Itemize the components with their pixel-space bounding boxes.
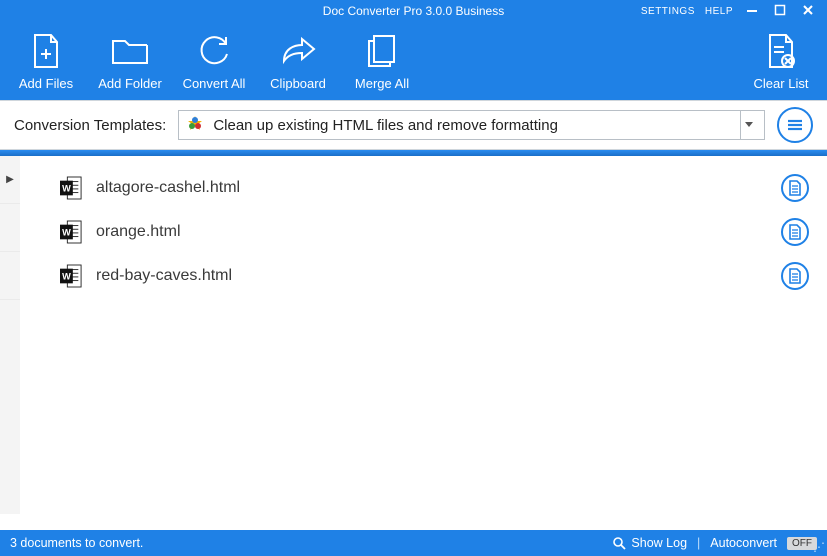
share-arrow-icon	[280, 32, 316, 70]
help-link[interactable]: HELP	[705, 6, 733, 17]
maximize-button[interactable]	[771, 3, 789, 19]
file-plus-icon	[31, 32, 61, 70]
search-icon	[613, 537, 626, 550]
merge-all-button[interactable]: Merge All	[340, 28, 424, 100]
refresh-icon	[196, 32, 232, 70]
show-log-label: Show Log	[631, 536, 687, 550]
file-list: W altagore-cashel.html W orange.html W r…	[44, 156, 827, 514]
statusbar: 3 documents to convert. Show Log | Autoc…	[0, 530, 827, 556]
file-clear-icon	[766, 32, 796, 70]
clipboard-button[interactable]: Clipboard	[256, 28, 340, 100]
document-icon	[788, 268, 802, 284]
clipboard-label: Clipboard	[270, 76, 326, 91]
row-selector[interactable]	[0, 252, 20, 300]
template-dropdown-arrow[interactable]	[740, 111, 756, 139]
resize-grip[interactable]: ⋰	[813, 540, 825, 554]
file-name: orange.html	[96, 223, 767, 241]
merge-all-label: Merge All	[355, 76, 409, 91]
window-title: Doc Converter Pro 3.0.0 Business	[323, 4, 504, 18]
close-button[interactable]	[799, 3, 817, 19]
row-selector[interactable]	[0, 204, 20, 252]
file-row[interactable]: W red-bay-caves.html	[54, 254, 815, 298]
autoconvert-toggle[interactable]: Autoconvert	[710, 536, 777, 550]
template-label: Conversion Templates:	[14, 117, 166, 134]
clear-list-button[interactable]: Clear List	[739, 28, 823, 100]
file-name: red-bay-caves.html	[96, 267, 767, 285]
svg-text:W: W	[62, 184, 71, 194]
row-selector[interactable]: ▶	[0, 156, 20, 204]
word-doc-icon: W	[60, 263, 82, 289]
status-count: 3 documents to convert.	[10, 536, 143, 550]
template-row: Conversion Templates: Clean up existing …	[0, 100, 827, 150]
add-files-button[interactable]: Add Files	[4, 28, 88, 100]
add-files-label: Add Files	[19, 76, 73, 91]
svg-text:W: W	[62, 272, 71, 282]
copy-icon	[365, 32, 399, 70]
menu-icon	[785, 115, 805, 135]
add-folder-button[interactable]: Add Folder	[88, 28, 172, 100]
file-action-button[interactable]	[781, 262, 809, 290]
divider: |	[697, 536, 700, 550]
template-selected-text: Clean up existing HTML files and remove …	[213, 117, 558, 134]
settings-link[interactable]: SETTINGS	[641, 6, 695, 17]
folder-icon	[110, 32, 150, 70]
convert-all-button[interactable]: Convert All	[172, 28, 256, 100]
template-select[interactable]: Clean up existing HTML files and remove …	[178, 110, 765, 140]
word-doc-icon: W	[60, 175, 82, 201]
titlebar: Doc Converter Pro 3.0.0 Business SETTING…	[0, 0, 827, 22]
file-name: altagore-cashel.html	[96, 179, 767, 197]
toolbar: Add Files Add Folder Convert All Clipboa…	[0, 22, 827, 100]
autoconvert-label: Autoconvert	[710, 536, 777, 550]
document-icon	[788, 224, 802, 240]
row-selector-gutter: ▶	[0, 156, 20, 514]
document-icon	[788, 180, 802, 196]
clear-list-label: Clear List	[754, 76, 809, 91]
word-doc-icon: W	[60, 219, 82, 245]
convert-all-label: Convert All	[183, 76, 246, 91]
add-folder-label: Add Folder	[98, 76, 162, 91]
template-logo-icon	[187, 115, 203, 136]
template-menu-button[interactable]	[777, 107, 813, 143]
minimize-button[interactable]	[743, 3, 761, 19]
file-action-button[interactable]	[781, 218, 809, 246]
file-action-button[interactable]	[781, 174, 809, 202]
show-log-button[interactable]: Show Log	[613, 536, 687, 550]
svg-text:W: W	[62, 228, 71, 238]
file-row[interactable]: W orange.html	[54, 210, 815, 254]
file-row[interactable]: W altagore-cashel.html	[54, 166, 815, 210]
file-list-area: ▶ W altagore-cashel.html W orange.html	[0, 156, 827, 514]
